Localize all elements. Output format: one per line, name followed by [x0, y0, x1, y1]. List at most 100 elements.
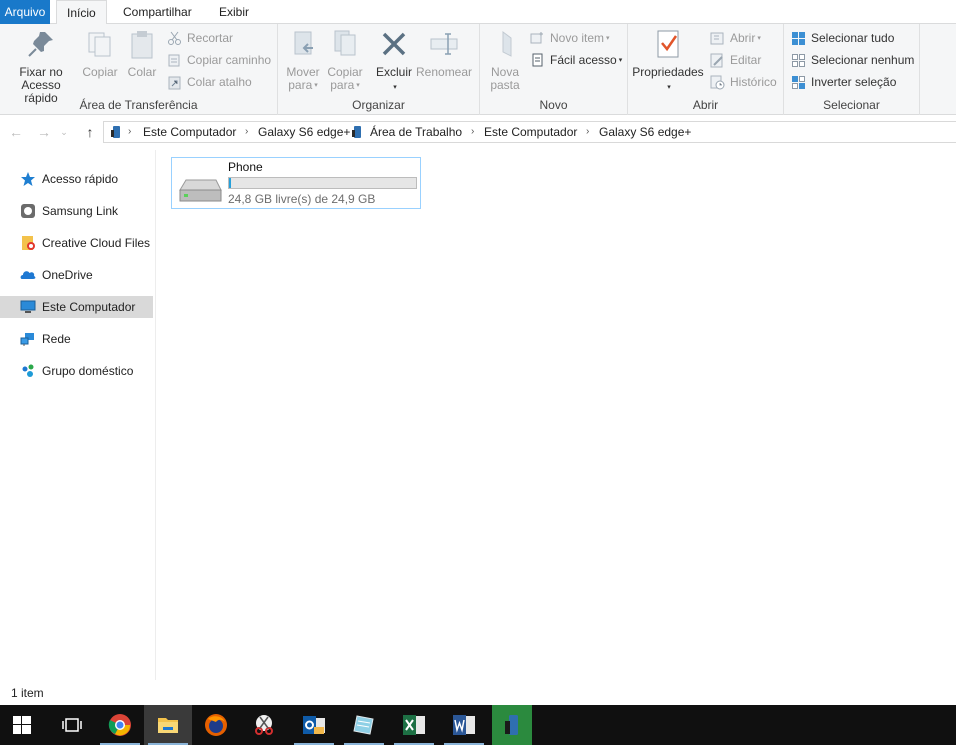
- select-all-button[interactable]: Selecionar tudo: [791, 28, 894, 48]
- taskbar-chrome[interactable]: [96, 705, 144, 745]
- new-folder-button[interactable]: Nova pasta: [484, 28, 526, 92]
- tab-share[interactable]: Compartilhar: [113, 0, 202, 24]
- nav-item-this-pc[interactable]: Este Computador: [0, 296, 153, 318]
- nav-item-quick-access[interactable]: Acesso rápido: [0, 168, 153, 190]
- tab-view[interactable]: Exibir: [209, 0, 259, 24]
- copy-to-icon: [334, 30, 356, 56]
- nav-item-homegroup[interactable]: Grupo doméstico: [0, 360, 153, 382]
- drive-tile-phone[interactable]: Phone 24,8 GB livre(s) de 24,9 GB: [171, 157, 421, 209]
- nav-item-network[interactable]: Rede: [0, 328, 153, 350]
- pin-quick-access-button[interactable]: Fixar no Acesso rápido: [4, 28, 78, 105]
- taskbar-excel[interactable]: [390, 705, 438, 745]
- ribbon: Fixar no Acesso rápido Copiar Colar Reco…: [0, 24, 956, 115]
- group-open: Propriedades ▾ Abrir ▾ Editar Histórico A…: [628, 24, 784, 115]
- status-bar: 1 item: [0, 682, 956, 705]
- excel-icon: [403, 715, 425, 735]
- invert-selection-button[interactable]: Inverter seleção: [791, 72, 896, 92]
- taskbar-notes-app[interactable]: [340, 705, 388, 745]
- ribbon-tab-bar: Arquivo Início Compartilhar Exibir: [0, 0, 956, 25]
- edit-button[interactable]: Editar: [710, 50, 761, 70]
- rename-icon: [430, 33, 458, 55]
- breadcrumb-item[interactable]: Este Computador: [484, 122, 577, 142]
- scissors-icon: [168, 31, 181, 45]
- paste-button[interactable]: Colar: [126, 28, 158, 79]
- properties-button[interactable]: Propriedades ▾: [632, 28, 704, 94]
- paste-label: Colar: [127, 65, 157, 79]
- taskbar-snipping-tool[interactable]: [240, 705, 288, 745]
- nav-item-label: Acesso rápido: [42, 172, 119, 186]
- copy-to-button[interactable]: Copiar para ▾: [324, 28, 366, 92]
- drive-name: Phone: [228, 160, 263, 174]
- select-none-icon: [792, 54, 805, 67]
- up-arrow-icon[interactable]: ↑: [80, 122, 100, 142]
- nav-item-label: Samsung Link: [42, 204, 119, 218]
- group-organize: Mover para ▾ Copiar para ▾ Excluir ▾ Renom…: [278, 24, 480, 115]
- easy-access-button[interactable]: Fácil acesso ▾: [530, 50, 622, 70]
- nav-item-creative-cloud[interactable]: Creative Cloud Files: [0, 232, 153, 254]
- breadcrumb-separator-icon[interactable]: ›: [471, 122, 474, 142]
- taskbar-firefox[interactable]: [192, 705, 240, 745]
- recent-locations-chevron-icon[interactable]: ⌄: [58, 122, 70, 142]
- breadcrumb-item[interactable]: Área de Trabalho: [370, 122, 462, 142]
- select-none-label: Selecionar nenhum: [811, 53, 915, 67]
- taskbar-file-explorer[interactable]: [144, 705, 192, 745]
- snipping-tool-icon: [255, 715, 273, 735]
- breadcrumb-item[interactable]: Este Computador: [143, 122, 236, 142]
- start-button[interactable]: [0, 705, 48, 745]
- drive-usage-bar: [228, 177, 417, 189]
- open-button[interactable]: Abrir ▾: [710, 28, 761, 48]
- properties-label: Propriedades: [632, 65, 704, 79]
- new-folder-icon: [502, 31, 512, 57]
- cut-button[interactable]: Recortar: [167, 28, 233, 48]
- taskbar-outlook[interactable]: [290, 705, 338, 745]
- copy-icon: [88, 32, 111, 57]
- task-view-button[interactable]: [48, 705, 96, 745]
- group-new: Nova pasta Novo item ▾ Fácil acesso ▾ Novo: [480, 24, 628, 115]
- samsung-link-icon: [21, 204, 35, 218]
- onedrive-cloud-icon: [20, 271, 36, 279]
- delete-label: Excluir: [375, 65, 412, 79]
- open-label: Abrir: [730, 31, 756, 45]
- hard-drive-icon: [179, 179, 222, 202]
- new-item-button[interactable]: Novo item ▾: [530, 28, 610, 48]
- select-none-button[interactable]: Selecionar nenhum: [791, 50, 914, 70]
- breadcrumb-separator-icon[interactable]: ›: [128, 122, 131, 142]
- copy-button[interactable]: Copiar: [82, 28, 118, 79]
- navigation-pane: Acesso rápido Samsung Link Creative Clou…: [0, 150, 156, 680]
- edit-label: Editar: [730, 53, 762, 67]
- history-button[interactable]: Histórico: [710, 72, 777, 92]
- history-label: Histórico: [730, 75, 777, 89]
- nav-item-onedrive[interactable]: OneDrive: [0, 264, 153, 286]
- delete-dropdown-icon[interactable]: ▾: [374, 81, 416, 94]
- nav-item-label: Grupo doméstico: [42, 364, 134, 378]
- breadcrumb-separator-icon[interactable]: ›: [245, 122, 248, 142]
- breadcrumb-item[interactable]: Galaxy S6 edge+: [258, 122, 350, 142]
- drive-space-info: 24,8 GB livre(s) de 24,9 GB: [228, 192, 376, 206]
- delete-button[interactable]: Excluir ▾: [372, 28, 416, 94]
- chrome-icon: [108, 714, 131, 736]
- copy-path-label: Copiar caminho: [187, 53, 272, 67]
- back-arrow-icon[interactable]: ←: [6, 122, 26, 142]
- tab-file[interactable]: Arquivo: [0, 0, 50, 24]
- task-view-icon: [62, 718, 82, 732]
- nav-item-samsung-link[interactable]: Samsung Link: [0, 200, 153, 222]
- file-explorer-folder-icon: [158, 718, 178, 733]
- taskbar-phone-app[interactable]: [492, 705, 532, 745]
- copy-path-button[interactable]: Copiar caminho: [167, 50, 271, 70]
- paste-shortcut-button[interactable]: Colar atalho: [167, 72, 252, 92]
- move-to-button[interactable]: Mover para ▾: [282, 28, 324, 92]
- tab-home[interactable]: Início: [56, 0, 107, 25]
- taskbar-word[interactable]: [440, 705, 488, 745]
- group-label-new: Novo: [539, 98, 568, 112]
- clipboard-icon: [131, 31, 153, 59]
- phone-device-icon: [111, 126, 120, 138]
- rename-label: Renomear: [416, 65, 473, 79]
- drive-usage-fill: [229, 178, 232, 188]
- windows-logo-icon: [13, 716, 31, 734]
- forward-arrow-icon[interactable]: →: [34, 122, 54, 142]
- breadcrumb-item[interactable]: Galaxy S6 edge+: [599, 122, 691, 142]
- rename-button[interactable]: Renomear: [416, 28, 472, 79]
- breadcrumb-separator-icon[interactable]: ›: [586, 122, 589, 142]
- properties-dropdown-icon[interactable]: ▾: [634, 81, 704, 94]
- address-bar[interactable]: › Este Computador › Galaxy S6 edge+ Área…: [103, 121, 956, 143]
